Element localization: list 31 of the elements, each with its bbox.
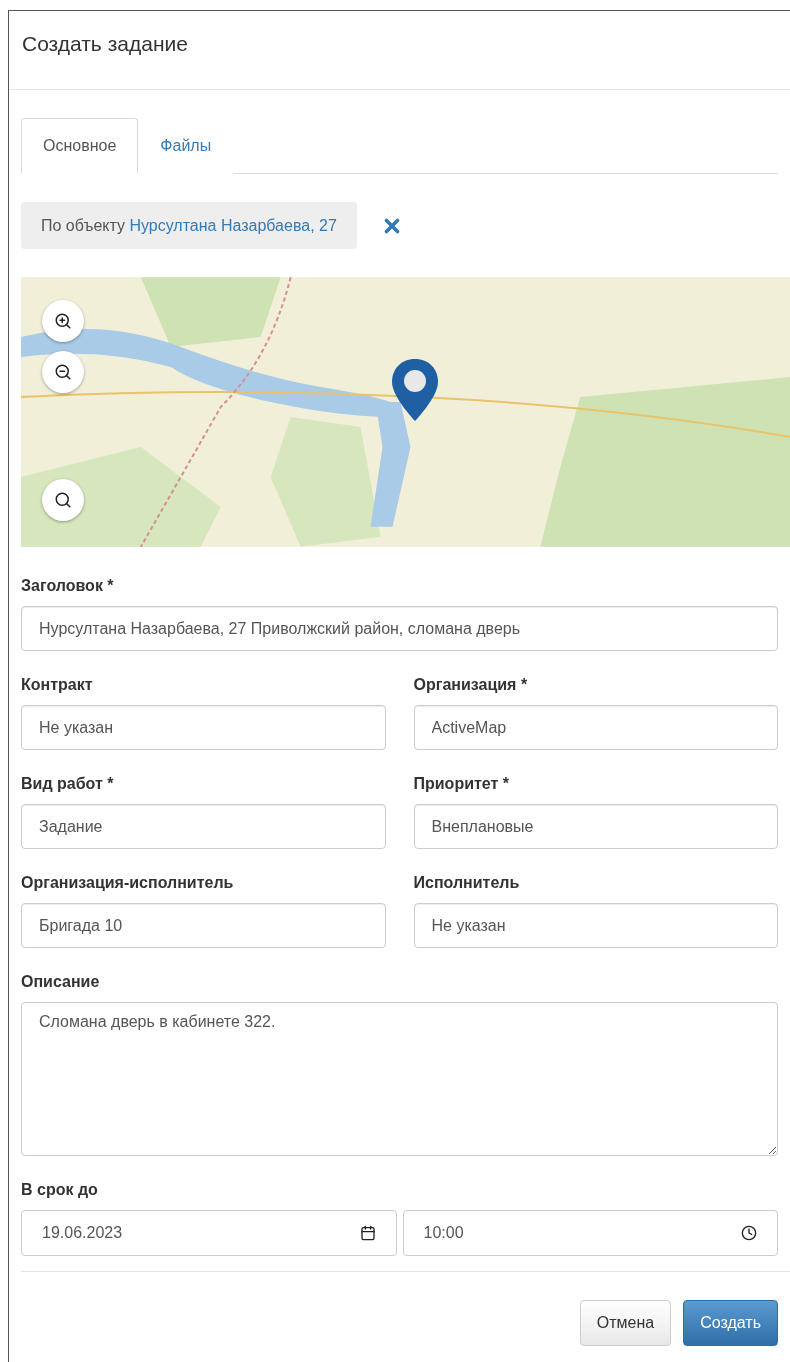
clock-icon[interactable] [741,1225,757,1241]
description-field[interactable]: Сломана дверь в кабинете 322. [21,1002,778,1156]
text-field[interactable]: ActiveMap [413,705,778,750]
field-label: В срок до [21,1181,99,1199]
field-label: Контракт [21,676,94,694]
field-label: Приоритет * [413,775,511,793]
field-label: Организация-исполнитель [21,874,235,892]
text-field[interactable]: Нурсултана Назарбаева, 27 Приволжский район, сломана дверь [21,606,778,651]
field-label: Описание [21,973,101,991]
text-field[interactable]: Не указан [413,903,778,948]
dialog-title: Создать задание [22,32,188,56]
field-label: Вид работ * [21,775,115,793]
zoom-out-icon [54,363,72,381]
zoom-in-icon [54,312,72,330]
object-filter: По объекту Нурсултана Назарбаева, 27 [21,202,357,249]
text-field[interactable]: Внеплановые [413,804,778,849]
field-label: Исполнитель [413,874,521,892]
field-label: Заголовок * [21,577,115,595]
time-field[interactable]: 10:00 [402,1210,778,1256]
map-pin-icon [390,357,440,423]
search-icon [54,491,72,509]
create-button[interactable]: Создать [683,1300,778,1346]
cancel-button[interactable]: Отмена [579,1300,672,1346]
field-label: Организация * [413,676,529,694]
calendar-icon[interactable] [359,1225,376,1241]
text-field[interactable]: Не указан [21,705,386,750]
text-field[interactable]: Бригада 10 [21,903,386,948]
tab[interactable]: Основное [21,118,139,174]
date-field[interactable]: 19.06.2023 [21,1210,397,1256]
text-field[interactable]: Задание [21,804,386,849]
object-link[interactable]: Нурсултана Назарбаева, 27 [129,217,337,234]
